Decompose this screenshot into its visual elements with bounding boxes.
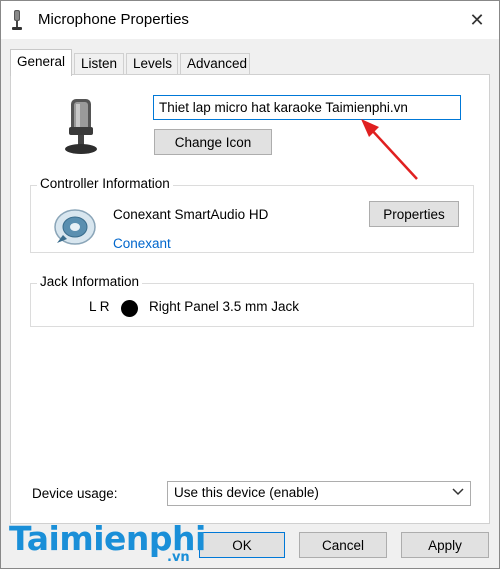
window-title: Microphone Properties (38, 11, 189, 28)
jack-channels: L R (89, 299, 110, 314)
properties-window: Microphone Properties ✕ General Listen L… (0, 0, 500, 569)
annotation-arrow-icon (361, 119, 418, 180)
device-microphone-icon (65, 99, 97, 154)
title-bar: Microphone Properties ✕ (1, 1, 499, 39)
controller-properties-button[interactable]: Properties (369, 201, 459, 227)
device-usage-select[interactable]: Use this device (enable) (167, 481, 471, 506)
tab-general[interactable]: General (10, 49, 72, 76)
ok-button[interactable]: OK (199, 532, 285, 558)
watermark-suffix: .vn (167, 550, 190, 565)
chevron-down-icon (452, 488, 464, 496)
vendor-link[interactable]: Conexant (113, 236, 171, 251)
jack-color-indicator (121, 300, 138, 317)
cancel-button[interactable]: Cancel (299, 532, 387, 558)
controller-device-name: Conexant SmartAudio HD (113, 207, 269, 222)
tab-advanced[interactable]: Advanced (180, 53, 250, 75)
jack-description: Right Panel 3.5 mm Jack (149, 299, 300, 314)
change-icon-button[interactable]: Change Icon (154, 129, 272, 155)
microphone-icon (12, 10, 22, 30)
device-usage-selected: Use this device (enable) (174, 485, 319, 500)
close-icon[interactable]: ✕ (455, 1, 499, 39)
device-usage-label: Device usage: (32, 486, 118, 501)
tab-listen[interactable]: Listen (74, 53, 124, 75)
tab-levels[interactable]: Levels (126, 53, 178, 75)
apply-button[interactable]: Apply (401, 532, 489, 558)
jack-group-label: Jack Information (37, 274, 143, 289)
controller-group-label: Controller Information (37, 176, 173, 191)
audio-device-icon (54, 209, 96, 245)
